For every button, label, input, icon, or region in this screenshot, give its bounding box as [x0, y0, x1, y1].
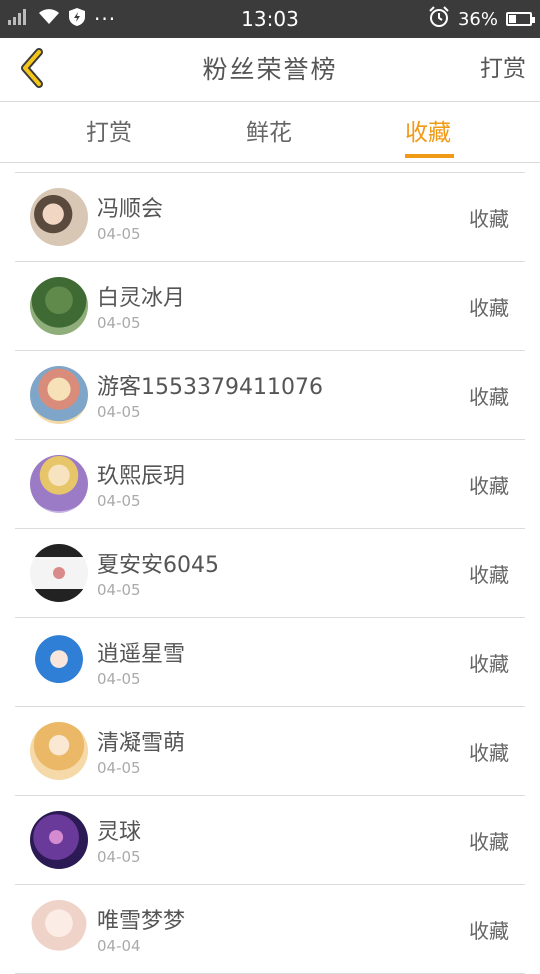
fan-name: 逍遥星雪: [97, 642, 186, 667]
fan-action: 收藏: [469, 652, 509, 676]
fan-name: 玖熙辰玥: [97, 464, 186, 489]
fan-name: 白灵冰月: [97, 286, 186, 311]
list-item[interactable]: 清凝雪萌 04-05 收藏: [15, 707, 525, 796]
fan-name: 唯雪梦梦: [97, 909, 186, 934]
nav-bar: 粉丝荣誉榜 打赏: [0, 38, 540, 102]
fan-action: 收藏: [469, 474, 509, 498]
fan-date: 04-05: [97, 403, 141, 421]
list-item[interactable]: 唯雪梦梦 04-04 收藏: [15, 885, 525, 974]
page-title: 粉丝荣誉榜: [202, 55, 338, 84]
tab-reward[interactable]: 打赏: [86, 102, 132, 162]
avatar: [30, 544, 88, 602]
battery-percent: 36%: [457, 8, 498, 30]
reward-button[interactable]: 打赏: [480, 38, 526, 101]
list-item[interactable]: 玖熙辰玥 04-05 收藏: [15, 440, 525, 529]
fan-date: 04-05: [97, 581, 141, 599]
fan-name: 灵球: [97, 820, 142, 845]
fan-action: 收藏: [469, 296, 509, 320]
avatar: [30, 277, 88, 335]
fan-name: 夏安安6045: [97, 553, 219, 578]
fan-date: 04-05: [97, 492, 141, 510]
tab-flowers[interactable]: 鲜花: [246, 102, 292, 162]
avatar: [30, 722, 88, 780]
list-item[interactable]: 夏安安6045 04-05 收藏: [15, 529, 525, 618]
avatar: [30, 900, 88, 958]
fan-date: 04-05: [97, 670, 141, 688]
battery-fill: [509, 15, 516, 23]
list-item[interactable]: 白灵冰月 04-05 收藏: [15, 262, 525, 351]
fan-name: 游客1553379411076: [97, 375, 323, 400]
avatar-thumbnail-icon: [53, 567, 65, 579]
fan-list: 冯顺会 04-05 收藏 白灵冰月 04-05 收藏 游客15533794110…: [15, 172, 525, 974]
fan-date: 04-05: [97, 225, 141, 243]
list-item[interactable]: 游客1553379411076 04-05 收藏: [15, 351, 525, 440]
fan-name: 冯顺会: [97, 197, 164, 222]
fan-action: 收藏: [469, 385, 509, 409]
battery-icon: [506, 12, 535, 26]
list-item[interactable]: 逍遥星雪 04-05 收藏: [15, 618, 525, 707]
fan-date: 04-05: [97, 314, 141, 332]
fan-action: 收藏: [469, 919, 509, 943]
list-item[interactable]: 灵球 04-05 收藏: [15, 796, 525, 885]
fan-action: 收藏: [469, 741, 509, 765]
avatar: [30, 455, 88, 513]
status-right-icons: 36%: [428, 0, 535, 38]
avatar: [30, 366, 88, 424]
fan-name: 清凝雪萌: [97, 731, 186, 756]
fan-date: 04-04: [97, 937, 141, 955]
avatar: [30, 633, 88, 691]
status-bar: ··· 13:03 36%: [0, 0, 540, 38]
fan-action: 收藏: [469, 207, 509, 231]
alarm-icon: [428, 5, 450, 33]
fan-action: 收藏: [469, 830, 509, 854]
tab-favorites[interactable]: 收藏: [405, 102, 451, 162]
active-tab-indicator: [405, 154, 454, 158]
avatar: [30, 188, 88, 246]
avatar: [30, 811, 88, 869]
fan-action: 收藏: [469, 563, 509, 587]
list-item[interactable]: 冯顺会 04-05 收藏: [15, 173, 525, 262]
tab-bar: 打赏 鲜花 收藏: [0, 102, 540, 163]
fan-date: 04-05: [97, 848, 141, 866]
fan-date: 04-05: [97, 759, 141, 777]
